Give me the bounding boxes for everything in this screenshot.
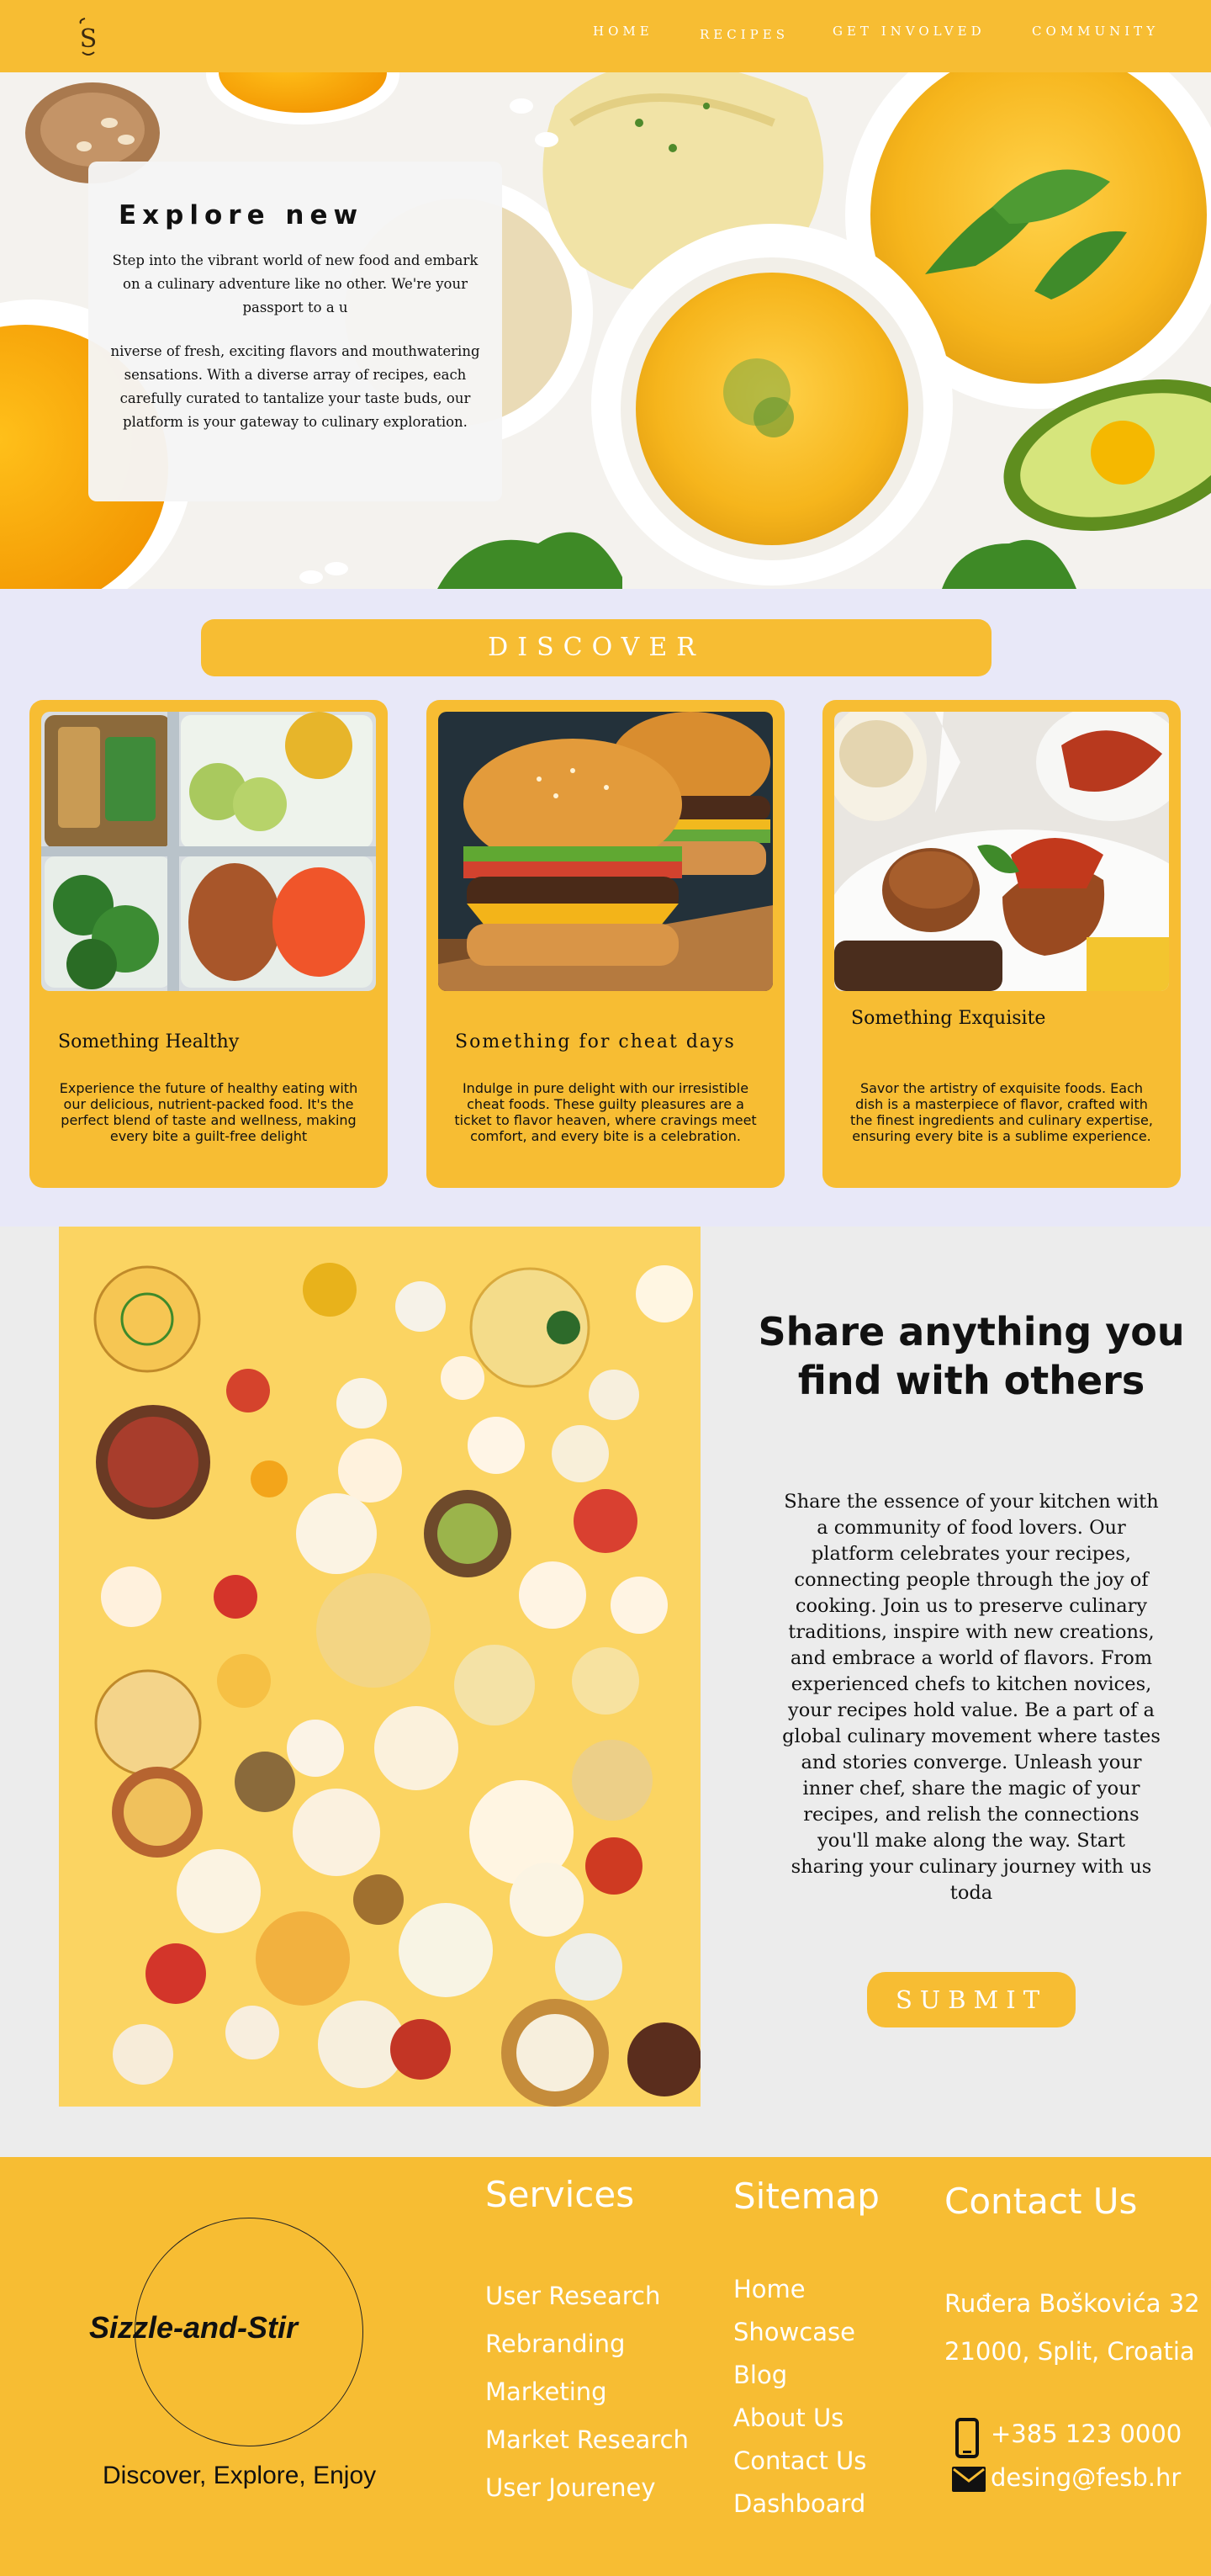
hero-paragraph-2: niverse of fresh, exciting flavors and m… bbox=[110, 343, 480, 430]
phone-icon bbox=[955, 2418, 979, 2458]
services-heading: Services bbox=[485, 2174, 635, 2215]
brand-tagline: Discover, Explore, Enjoy bbox=[103, 2462, 377, 2489]
sitemap-link-contact-us[interactable]: Contact Us bbox=[733, 2446, 866, 2475]
card-exquisite[interactable]: Something Exquisite Savor the artistry o… bbox=[822, 700, 1181, 1188]
sitemap-heading: Sitemap bbox=[733, 2176, 880, 2217]
sitemap-link-blog[interactable]: Blog bbox=[733, 2361, 787, 2389]
sitemap-link-dashboard[interactable]: Dashboard bbox=[733, 2489, 865, 2518]
card-healthy-title: Something Healthy bbox=[58, 1031, 240, 1052]
nav-home-link[interactable]: HOME bbox=[593, 24, 653, 39]
food-collage-image bbox=[59, 1227, 701, 2107]
discover-button[interactable]: DISCOVER bbox=[201, 619, 992, 676]
sitemap-link-about-us[interactable]: About Us bbox=[733, 2404, 843, 2432]
card-exquisite-title: Something Exquisite bbox=[851, 1008, 1046, 1029]
contact-address-line1: Ruđera Boškovića 32 bbox=[944, 2289, 1200, 2318]
hero-section: Explore new Step into the vibrant world … bbox=[0, 72, 1211, 589]
card-cheat-days[interactable]: Something for cheat days Indulge in pure… bbox=[426, 700, 785, 1188]
services-link-rebranding[interactable]: Rebranding bbox=[485, 2330, 625, 2358]
services-link-user-research[interactable]: User Research bbox=[485, 2282, 660, 2310]
share-section: Share anything you find with others Shar… bbox=[0, 1227, 1211, 2157]
footer: Sizzle-and-Stir Discover, Explore, Enjoy… bbox=[0, 2157, 1211, 2576]
hero-paragraph-1: Step into the vibrant world of new food … bbox=[112, 252, 479, 315]
contact-heading: Contact Us bbox=[944, 2181, 1138, 2222]
card-cheat-days-title: Something for cheat days bbox=[455, 1031, 736, 1052]
hero-title: Explore new bbox=[119, 200, 364, 231]
logo-icon[interactable]: S bbox=[77, 15, 99, 57]
nav-community-link[interactable]: COMMUNITY bbox=[1032, 24, 1159, 39]
share-title: Share anything you find with others bbox=[758, 1309, 1185, 1403]
nav-recipes-link[interactable]: RECIPES bbox=[700, 27, 789, 42]
brand-name[interactable]: Sizzle-and-Stir bbox=[89, 2310, 298, 2345]
services-link-market-research[interactable]: Market Research bbox=[485, 2425, 689, 2454]
services-link-marketing[interactable]: Marketing bbox=[485, 2377, 607, 2406]
sitemap-link-home[interactable]: Home bbox=[733, 2275, 806, 2303]
fine-dining-image bbox=[834, 712, 1169, 991]
contact-phone[interactable]: +385 123 0000 bbox=[991, 2420, 1182, 2448]
top-nav: S HOME RECIPES GET INVOLVED COMMUNITY bbox=[0, 0, 1211, 72]
services-link-user-journey[interactable]: User Joureney bbox=[485, 2473, 656, 2502]
meal-prep-image bbox=[41, 712, 376, 991]
sitemap-link-showcase[interactable]: Showcase bbox=[733, 2318, 855, 2346]
card-exquisite-text: Savor the artistry of exquisite foods. E… bbox=[850, 1080, 1153, 1144]
hero-intro-card: Explore new Step into the vibrant world … bbox=[88, 162, 502, 501]
share-description: Share the essence of your kitchen with a… bbox=[782, 1491, 1161, 1904]
nav-get-involved-link[interactable]: GET INVOLVED bbox=[833, 24, 986, 39]
mail-icon bbox=[952, 2467, 986, 2492]
discover-section: DISCOVER Something Healthy Experience th… bbox=[0, 589, 1211, 1227]
burgers-image bbox=[438, 712, 773, 991]
card-healthy[interactable]: Something Healthy Experience the future … bbox=[29, 700, 388, 1188]
submit-button[interactable]: SUBMIT bbox=[867, 1972, 1076, 2027]
card-healthy-text: Experience the future of healthy eating … bbox=[59, 1080, 358, 1144]
contact-email[interactable]: desing@fesb.hr bbox=[991, 2463, 1181, 2492]
contact-address-line2: 21000, Split, Croatia bbox=[944, 2337, 1195, 2366]
card-cheat-days-text: Indulge in pure delight with our irresis… bbox=[454, 1080, 757, 1144]
svg-text:S: S bbox=[80, 24, 98, 54]
